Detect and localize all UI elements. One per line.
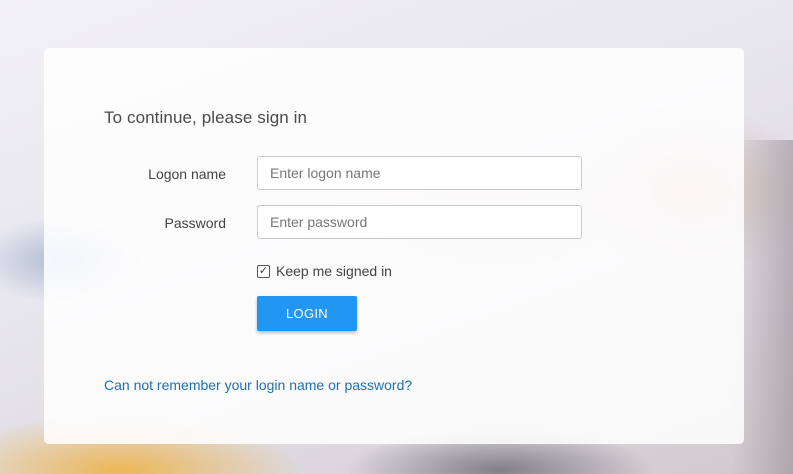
checkbox-checked-icon[interactable]: ✓ [257, 264, 270, 278]
logon-name-input[interactable] [257, 156, 582, 190]
password-input[interactable] [257, 205, 582, 239]
keep-signed-in-label: Keep me signed in [276, 263, 392, 279]
logon-name-label: Logon name [148, 166, 226, 182]
signin-card: To continue, please sign in Logon name P… [44, 48, 744, 444]
login-button[interactable]: LOGIN [257, 296, 357, 331]
forgot-credentials-link[interactable]: Can not remember your login name or pass… [104, 377, 412, 393]
keep-signed-in-row[interactable]: ✓ Keep me signed in [257, 263, 392, 279]
signin-heading: To continue, please sign in [104, 108, 308, 127]
password-label: Password [164, 215, 226, 231]
